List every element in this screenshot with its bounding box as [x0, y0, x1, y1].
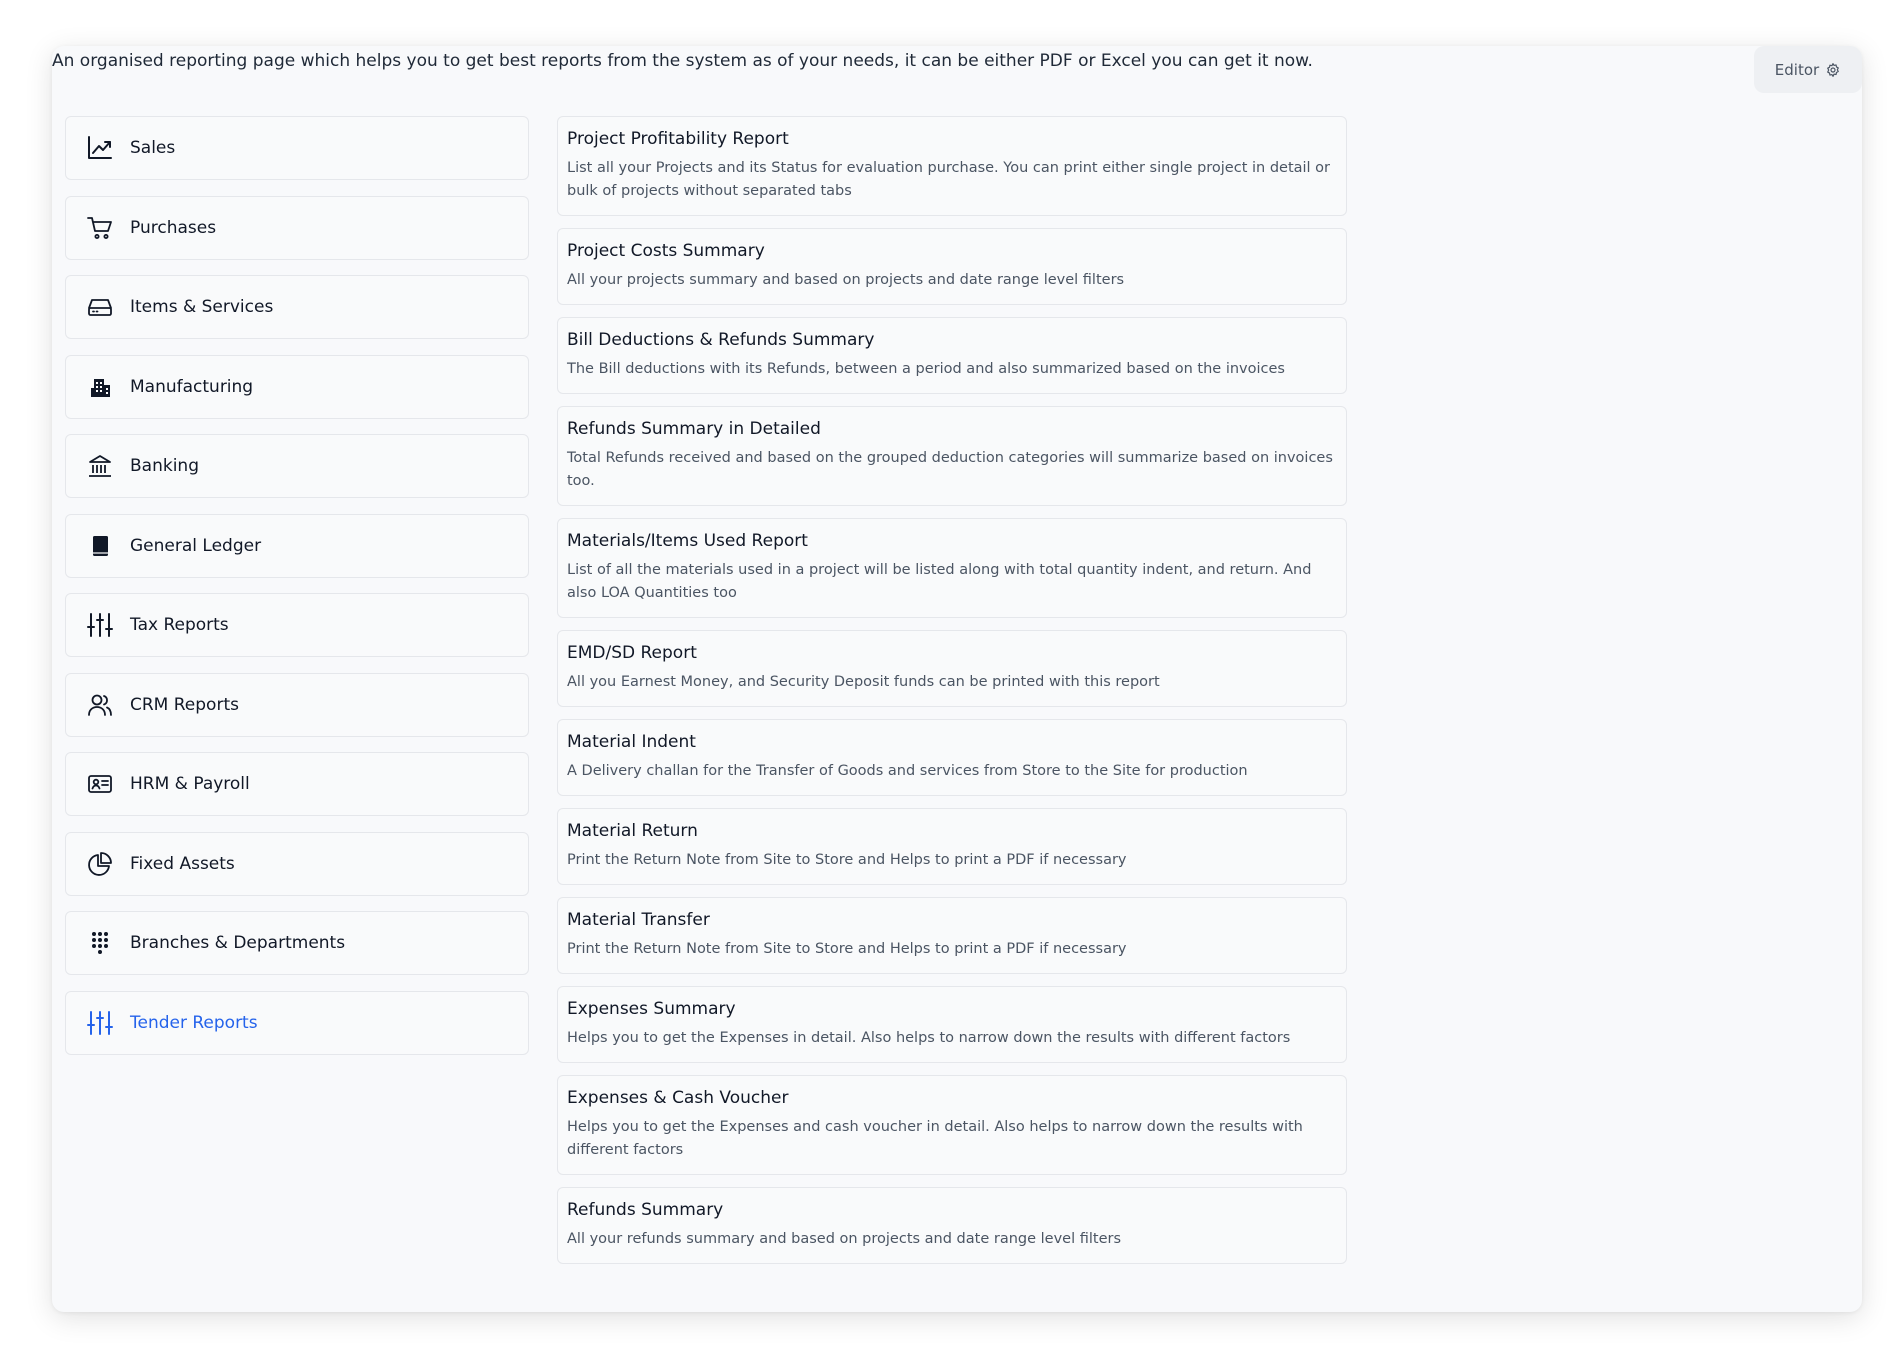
pie-chart-icon	[86, 850, 114, 878]
report-title: Materials/Items Used Report	[567, 531, 808, 551]
report-description: Print the Return Note from Site to Store…	[567, 941, 1127, 957]
report-description: All your refunds summary and based on pr…	[567, 1231, 1122, 1247]
report-category-sidebar: Sales Purchases Items & Services Manufac…	[65, 116, 529, 1070]
sidebar-item-purchases[interactable]: Purchases	[65, 195, 529, 260]
report-card[interactable]: Project Profitability Report List all yo…	[557, 116, 1347, 216]
book-icon	[86, 532, 114, 560]
report-card[interactable]: Refunds Summary in Detailed Total Refund…	[557, 406, 1347, 506]
building-icon	[86, 373, 114, 401]
sidebar-item-tender-reports[interactable]: Tender Reports	[65, 990, 529, 1055]
dots-grid-icon	[86, 929, 114, 957]
editor-button[interactable]: Editor	[1754, 46, 1862, 93]
sidebar-item-label: Items & Services	[130, 297, 274, 317]
report-description: Helps you to get the Expenses and cash v…	[567, 1119, 1303, 1158]
report-title: Bill Deductions & Refunds Summary	[567, 330, 875, 350]
sidebar-item-hrm-payroll[interactable]: HRM & Payroll	[65, 752, 529, 816]
report-description: A Delivery challan for the Transfer of G…	[567, 763, 1248, 779]
id-card-icon	[86, 770, 114, 798]
report-description: List all your Projects and its Status fo…	[567, 160, 1331, 199]
sidebar-item-manufacturing[interactable]: Manufacturing	[65, 354, 529, 419]
sidebar-item-items-services[interactable]: Items & Services	[65, 275, 529, 339]
report-card[interactable]: Material Indent A Delivery challan for t…	[557, 719, 1347, 796]
sidebar-item-label: HRM & Payroll	[130, 774, 250, 794]
report-title: Material Return	[567, 821, 698, 841]
sidebar-item-label: Branches & Departments	[130, 933, 346, 953]
trending-up-icon	[86, 134, 114, 162]
report-card[interactable]: Expenses Summary Helps you to get the Ex…	[557, 986, 1347, 1063]
report-card[interactable]: Expenses & Cash Voucher Helps you to get…	[557, 1075, 1347, 1175]
report-description: Helps you to get the Expenses in detail.…	[567, 1030, 1291, 1046]
report-card[interactable]: Bill Deductions & Refunds Summary The Bi…	[557, 317, 1347, 394]
sidebar-item-label: Tender Reports	[130, 1012, 258, 1033]
report-title: Expenses & Cash Voucher	[567, 1088, 789, 1108]
report-card[interactable]: Refunds Summary All your refunds summary…	[557, 1187, 1347, 1264]
sidebar-item-label: Fixed Assets	[130, 853, 235, 874]
report-title: Material Transfer	[567, 910, 710, 930]
bank-icon	[86, 452, 114, 480]
report-title: Project Costs Summary	[567, 241, 765, 261]
page-intro: An organised reporting page which helps …	[52, 51, 1313, 71]
sidebar-item-tax-reports[interactable]: Tax Reports	[65, 593, 529, 657]
sliders-icon	[86, 1009, 114, 1037]
report-description: The Bill deductions with its Refunds, be…	[567, 361, 1285, 377]
report-description: All you Earnest Money, and Security Depo…	[567, 674, 1160, 690]
report-title: Refunds Summary	[567, 1200, 724, 1220]
editor-label: Editor	[1774, 60, 1820, 79]
sidebar-item-general-ledger[interactable]: General Ledger	[65, 513, 529, 578]
sidebar-item-label: Manufacturing	[130, 376, 254, 397]
report-card[interactable]: Material Return Print the Return Note fr…	[557, 808, 1347, 885]
sidebar-item-label: Sales	[130, 138, 176, 158]
report-description: All your projects summary and based on p…	[567, 272, 1125, 288]
sidebar-item-label: Purchases	[130, 217, 217, 238]
report-card[interactable]: Project Costs Summary All your projects …	[557, 228, 1347, 305]
report-title: Expenses Summary	[567, 999, 736, 1019]
sidebar-item-sales[interactable]: Sales	[65, 116, 529, 180]
drive-icon	[86, 293, 114, 321]
sidebar-item-label: General Ledger	[130, 535, 262, 556]
sidebar-item-label: Tax Reports	[130, 615, 229, 635]
report-description: Total Refunds received and based on the …	[567, 450, 1333, 489]
sidebar-item-label: CRM Reports	[130, 694, 239, 715]
report-card[interactable]: Material Transfer Print the Return Note …	[557, 897, 1347, 974]
shopping-cart-icon	[86, 214, 114, 242]
gear-icon	[1827, 62, 1840, 77]
report-title: Refunds Summary in Detailed	[567, 419, 821, 439]
sidebar-item-banking[interactable]: Banking	[65, 434, 529, 498]
sliders-icon	[86, 611, 114, 639]
report-title: EMD/SD Report	[567, 643, 697, 663]
sidebar-item-crm-reports[interactable]: CRM Reports	[65, 672, 529, 737]
users-icon	[86, 691, 114, 719]
report-description: Print the Return Note from Site to Store…	[567, 852, 1127, 868]
sidebar-item-fixed-assets[interactable]: Fixed Assets	[65, 831, 529, 896]
report-title: Material Indent	[567, 732, 696, 752]
report-card[interactable]: Materials/Items Used Report List of all …	[557, 518, 1347, 618]
sidebar-item-branches-departments[interactable]: Branches & Departments	[65, 911, 529, 975]
sidebar-item-label: Banking	[130, 456, 199, 476]
reports-panel: An organised reporting page which helps …	[52, 46, 1862, 1312]
report-description: List of all the materials used in a proj…	[567, 562, 1312, 601]
report-card[interactable]: EMD/SD Report All you Earnest Money, and…	[557, 630, 1347, 707]
report-list: Project Profitability Report List all yo…	[557, 116, 1347, 1276]
report-title: Project Profitability Report	[567, 129, 789, 149]
